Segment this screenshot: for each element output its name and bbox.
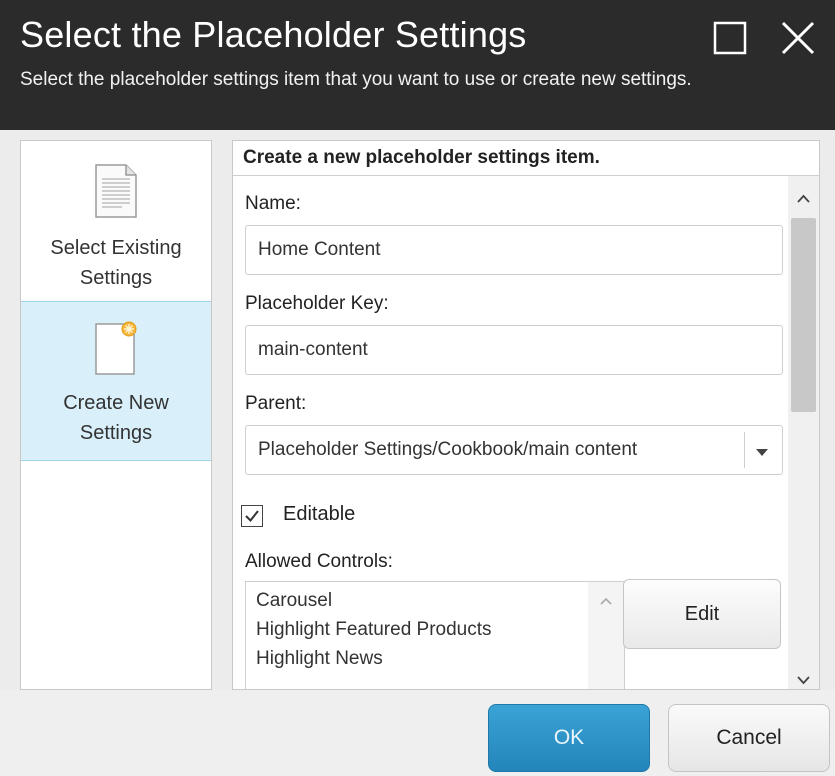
placeholder-key-input[interactable] [245,325,783,375]
list-scrollbar[interactable] [588,582,624,689]
editable-label: Editable [283,503,356,525]
checkmark-icon [245,510,259,523]
settings-mode-nav: Select Existing Settings Create New Sett… [20,140,212,690]
nav-item-select-existing[interactable]: Select Existing Settings [21,141,211,301]
divider [233,175,819,176]
parent-select-value: Placeholder Settings/Cookbook/main conte… [258,439,638,460]
create-settings-panel: Create a new placeholder settings item. … [232,140,820,690]
dialog-title: Select the Placeholder Settings [20,14,527,55]
parent-select[interactable]: Placeholder Settings/Cookbook/main conte… [245,425,783,475]
name-input[interactable] [245,225,783,275]
document-icon [94,163,138,219]
chevron-down-icon[interactable] [797,672,810,685]
editable-checkbox[interactable] [241,505,263,527]
chevron-up-icon[interactable] [797,190,810,203]
allowed-controls-label: Allowed Controls: [245,551,393,572]
list-item[interactable]: Carousel [256,590,332,612]
list-item[interactable]: Highlight Featured Products [256,619,492,641]
dialog-content: Select Existing Settings Create New Sett… [0,130,835,690]
dialog-footer: OK Cancel [0,690,835,776]
list-item[interactable]: Highlight News [256,648,383,670]
parent-label: Parent: [245,393,307,414]
edit-controls-button[interactable]: Edit [623,579,781,649]
allowed-controls-list[interactable]: Carousel Highlight Featured Products Hig… [245,581,625,689]
nav-item-label: Create New Settings [63,392,169,444]
scrollbar-thumb[interactable] [791,218,816,412]
dialog-description: Select the placeholder settings item tha… [20,69,692,90]
chevron-down-icon[interactable] [755,445,769,456]
maximize-icon[interactable] [711,18,751,58]
close-icon[interactable] [778,18,818,58]
chevron-up-icon[interactable] [600,592,612,605]
name-label: Name: [245,193,301,214]
ok-button[interactable]: OK [488,704,650,772]
nav-item-create-new[interactable]: Create New Settings [21,301,211,461]
nav-item-label: Select Existing Settings [50,237,182,289]
dialog-header: Select the Placeholder Settings Select t… [0,0,835,130]
new-document-icon [94,320,138,376]
cancel-button[interactable]: Cancel [668,704,830,772]
placeholder-key-label: Placeholder Key: [245,293,389,314]
select-divider [744,432,745,468]
panel-scrollbar[interactable] [788,176,819,689]
panel-title: Create a new placeholder settings item. [243,147,600,168]
